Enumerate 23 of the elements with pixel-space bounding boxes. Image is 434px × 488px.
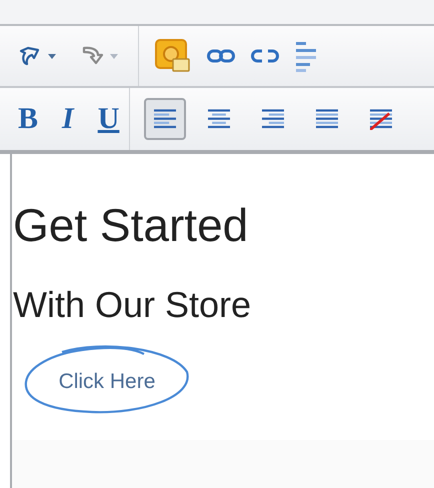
chain-link-icon bbox=[207, 49, 235, 63]
align-lines-icon bbox=[316, 108, 338, 130]
click-here-link[interactable]: Click Here bbox=[58, 370, 156, 394]
bold-button[interactable]: B bbox=[16, 102, 40, 136]
italic-button[interactable]: I bbox=[60, 102, 76, 136]
align-lines-icon bbox=[370, 108, 392, 130]
align-lines-icon bbox=[208, 108, 230, 130]
heading: Get Started bbox=[13, 198, 250, 253]
caret-icon bbox=[48, 54, 56, 58]
subheading: With Our Store bbox=[13, 283, 252, 326]
list-icon bbox=[295, 39, 317, 73]
underline-button[interactable]: U bbox=[96, 102, 122, 136]
image-folder-icon bbox=[155, 39, 191, 73]
align-lines-icon bbox=[262, 108, 284, 130]
caret-icon bbox=[110, 54, 118, 58]
broken-link-icon bbox=[251, 49, 279, 63]
align-lines-icon bbox=[154, 108, 176, 130]
insert-image-button[interactable] bbox=[153, 37, 193, 75]
editor-area[interactable]: Get Started With Our Store Click Here bbox=[10, 154, 434, 488]
redo-arrow-icon bbox=[80, 45, 106, 67]
link-button[interactable] bbox=[205, 47, 237, 65]
align-left-button[interactable] bbox=[144, 98, 186, 140]
unlink-button[interactable] bbox=[249, 47, 281, 65]
